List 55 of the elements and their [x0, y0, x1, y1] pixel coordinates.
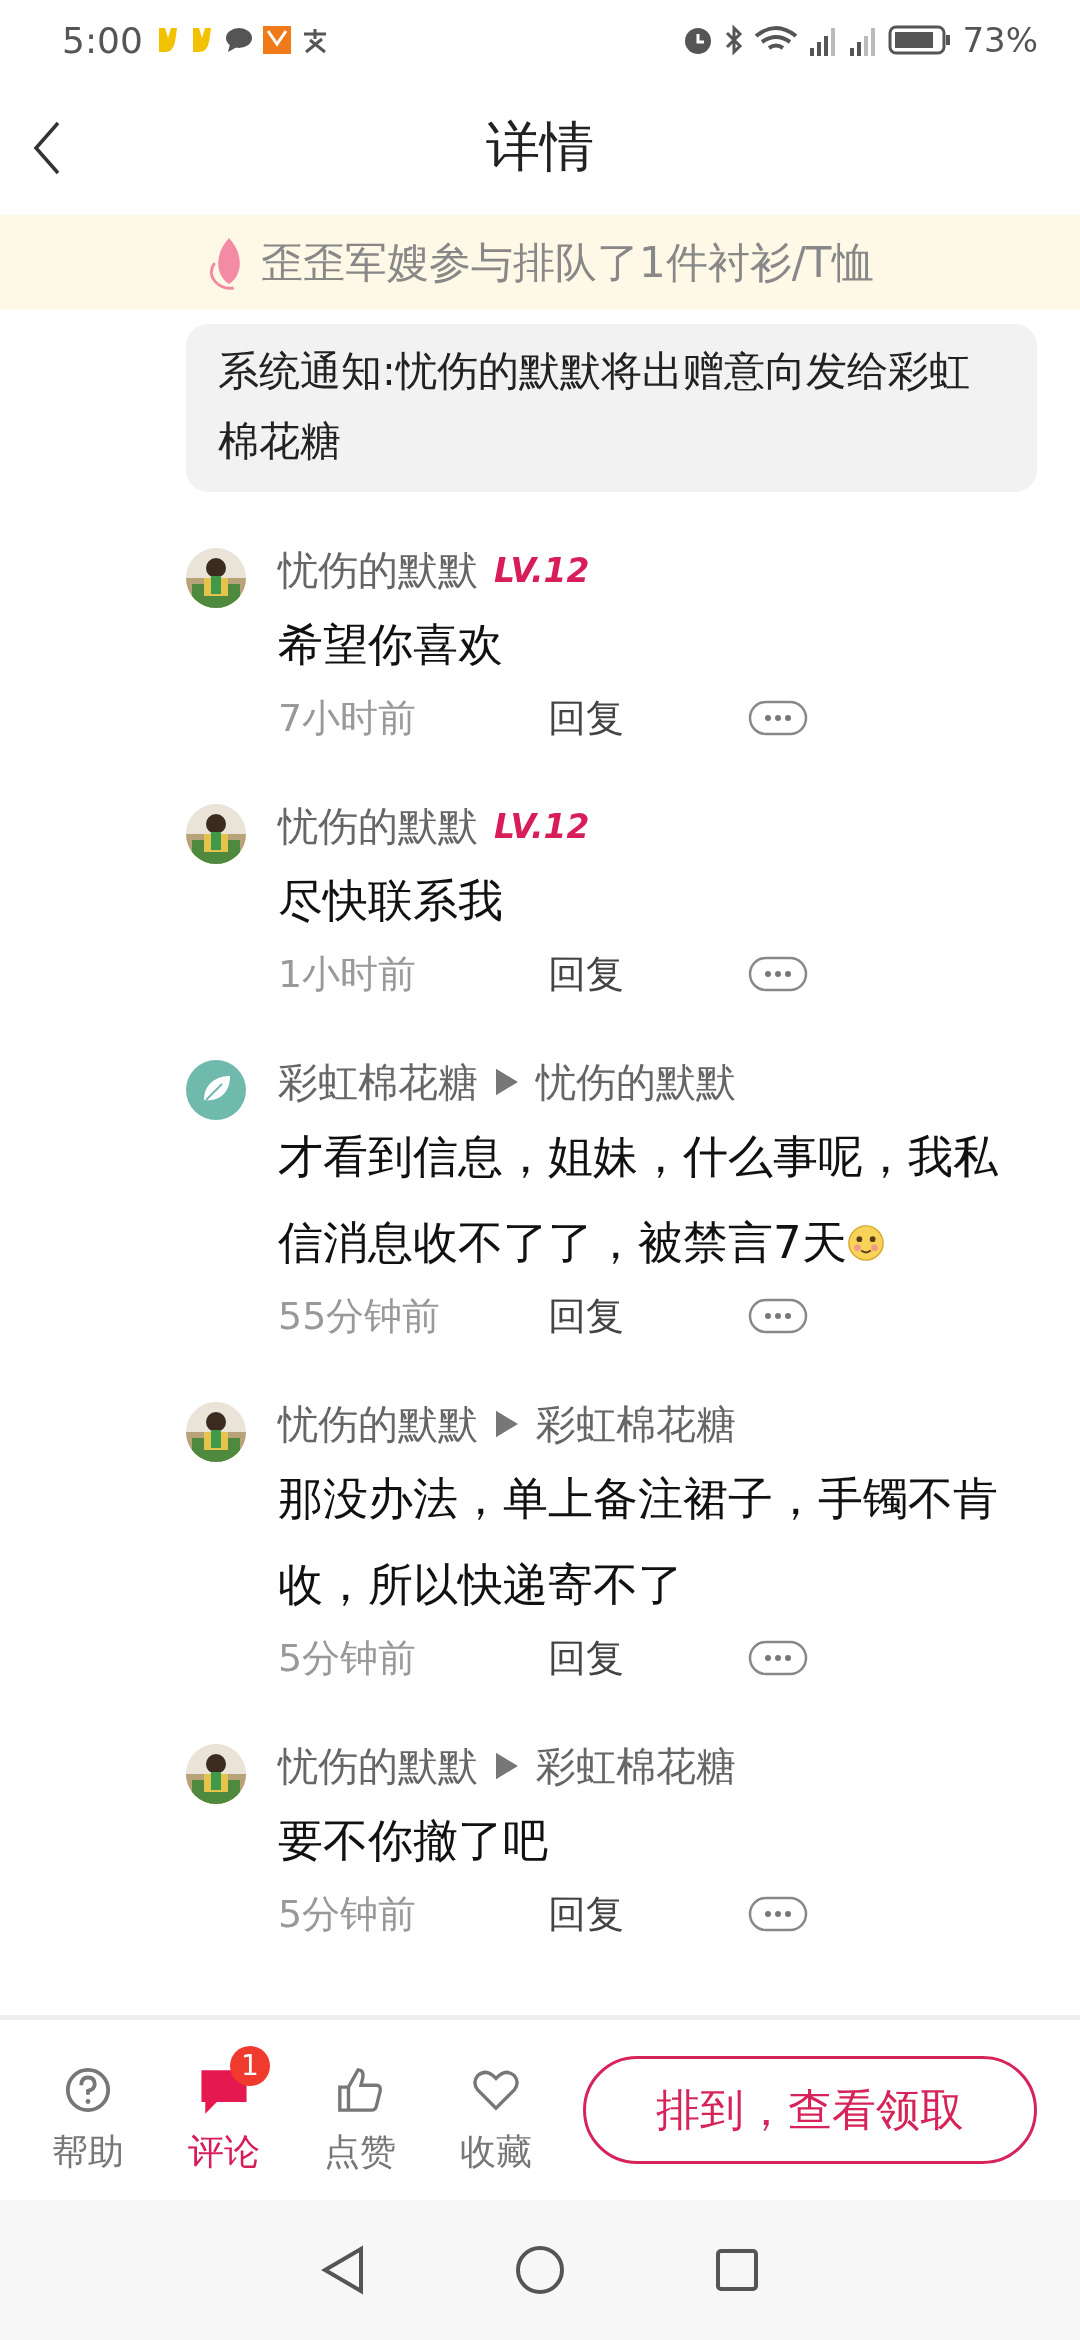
count-badge: 1	[230, 2045, 270, 2086]
triangle-icon	[496, 1410, 518, 1438]
reply-to-name[interactable]: 彩虹棉花糖	[536, 1738, 736, 1794]
comment-time: 55分钟前	[278, 1292, 442, 1340]
triangle-icon	[496, 1752, 518, 1780]
comment-text: 希望你喜欢	[278, 617, 504, 673]
author-name[interactable]: 忧伤的默默	[278, 542, 478, 598]
banner-text: 歪歪军嫂参与排队了1件衬衫/T恤	[261, 236, 874, 289]
chat-bubble-icon	[224, 27, 253, 53]
reply-link[interactable]: 回复	[548, 948, 748, 1000]
back-nav-icon[interactable]	[321, 2245, 365, 2295]
comment-text: 才看到信息，姐妹，什么事呢，我私信消息收不了了，被禁言7天	[278, 1129, 999, 1271]
reply-link[interactable]: 回复	[548, 1632, 748, 1684]
reply-link[interactable]: 回复	[548, 692, 748, 744]
battery-percent: 73%	[962, 20, 1038, 60]
recents-nav-icon[interactable]	[715, 2248, 759, 2292]
comment-text: 尽快联系我	[278, 873, 504, 929]
reply-to-name[interactable]: 彩虹棉花糖	[536, 1396, 736, 1452]
comment-text: 要不你撤了吧	[278, 1813, 549, 1869]
reply-link[interactable]: 回复	[548, 1888, 748, 1940]
author-name[interactable]: 忧伤的默默	[278, 1396, 478, 1452]
more-icon[interactable]	[748, 956, 808, 992]
help-icon	[64, 2065, 112, 2114]
bottom-tab[interactable]: 1 评论	[156, 2043, 292, 2177]
queue-button[interactable]: 排到，查看领取	[583, 2056, 1037, 2164]
author-name[interactable]: 忧伤的默默	[278, 1738, 478, 1794]
more-icon[interactable]	[748, 1640, 808, 1676]
leaf-avatar-icon	[186, 1060, 246, 1120]
home-nav-icon[interactable]	[515, 2245, 565, 2295]
status-time: 5:00	[62, 19, 143, 61]
thumbs-up-icon	[336, 2065, 384, 2114]
back-icon[interactable]	[32, 120, 62, 176]
page-title: 详情	[486, 114, 594, 180]
triangle-icon	[496, 1068, 518, 1096]
comment-time: 1小时前	[278, 950, 418, 998]
more-icon[interactable]	[748, 1298, 808, 1334]
comment-time: 5分钟前	[278, 1890, 418, 1938]
comment-time: 7小时前	[278, 694, 418, 742]
reply-link[interactable]: 回复	[548, 1290, 748, 1342]
author-name[interactable]: 彩虹棉花糖	[278, 1054, 478, 1110]
app-icon	[262, 26, 291, 54]
bottom-tab[interactable]: 点赞	[292, 2043, 428, 2177]
comment-text: 那没办法，单上备注裙子，手镯不肯收，所以快递寄不了	[278, 1471, 999, 1613]
more-icon[interactable]	[748, 700, 808, 736]
level-label: LV.12	[494, 806, 590, 846]
system-notice: 系统通知:忧伤的默默将出赠意向发给彩虹棉花糖	[186, 324, 1037, 492]
comment-time: 5分钟前	[278, 1634, 418, 1682]
more-icon[interactable]	[748, 1896, 808, 1932]
bottom-tab[interactable]: 收藏	[428, 2043, 564, 2177]
battery-icon	[888, 25, 953, 55]
level-label: LV.12	[494, 550, 590, 590]
bottom-tab[interactable]: 帮助	[20, 2043, 156, 2177]
bluetooth-icon	[724, 24, 745, 56]
author-name[interactable]: 忧伤的默默	[278, 798, 478, 854]
reply-to-name[interactable]: 忧伤的默默	[536, 1054, 736, 1110]
